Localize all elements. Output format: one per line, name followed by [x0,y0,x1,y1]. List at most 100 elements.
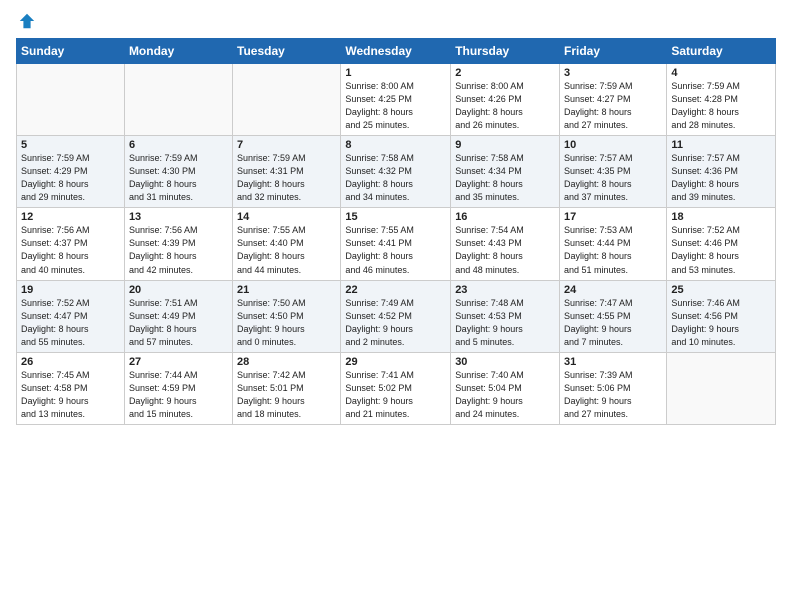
day-number: 1 [345,67,446,79]
day-info: Sunrise: 7:47 AM Sunset: 4:55 PM Dayligh… [564,297,662,349]
day-number: 19 [21,284,120,296]
day-info: Sunrise: 7:39 AM Sunset: 5:06 PM Dayligh… [564,369,662,421]
calendar-cell: 29Sunrise: 7:41 AM Sunset: 5:02 PM Dayli… [341,352,451,424]
day-number: 24 [564,284,662,296]
day-number: 14 [237,211,336,223]
calendar-cell: 21Sunrise: 7:50 AM Sunset: 4:50 PM Dayli… [233,280,341,352]
calendar-cell: 8Sunrise: 7:58 AM Sunset: 4:32 PM Daylig… [341,136,451,208]
day-info: Sunrise: 7:46 AM Sunset: 4:56 PM Dayligh… [671,297,771,349]
day-number: 25 [671,284,771,296]
calendar-cell: 3Sunrise: 7:59 AM Sunset: 4:27 PM Daylig… [560,64,667,136]
calendar-cell: 4Sunrise: 7:59 AM Sunset: 4:28 PM Daylig… [667,64,776,136]
calendar-cell: 1Sunrise: 8:00 AM Sunset: 4:25 PM Daylig… [341,64,451,136]
day-number: 26 [21,356,120,368]
day-info: Sunrise: 7:44 AM Sunset: 4:59 PM Dayligh… [129,369,228,421]
calendar-cell [667,352,776,424]
day-number: 30 [455,356,555,368]
weekday-monday: Monday [124,39,232,64]
day-number: 21 [237,284,336,296]
day-info: Sunrise: 7:51 AM Sunset: 4:49 PM Dayligh… [129,297,228,349]
calendar-cell: 28Sunrise: 7:42 AM Sunset: 5:01 PM Dayli… [233,352,341,424]
day-info: Sunrise: 7:54 AM Sunset: 4:43 PM Dayligh… [455,224,555,276]
logo-text [16,12,38,30]
day-number: 11 [671,139,771,151]
calendar-cell: 17Sunrise: 7:53 AM Sunset: 4:44 PM Dayli… [560,208,667,280]
calendar-cell [233,64,341,136]
day-info: Sunrise: 7:49 AM Sunset: 4:52 PM Dayligh… [345,297,446,349]
day-number: 13 [129,211,228,223]
day-info: Sunrise: 7:57 AM Sunset: 4:36 PM Dayligh… [671,152,771,204]
day-number: 29 [345,356,446,368]
weekday-sunday: Sunday [17,39,125,64]
calendar-cell [17,64,125,136]
weekday-thursday: Thursday [451,39,560,64]
week-row-3: 12Sunrise: 7:56 AM Sunset: 4:37 PM Dayli… [17,208,776,280]
weekday-saturday: Saturday [667,39,776,64]
calendar-cell: 16Sunrise: 7:54 AM Sunset: 4:43 PM Dayli… [451,208,560,280]
page-container: SundayMondayTuesdayWednesdayThursdayFrid… [0,0,792,612]
day-info: Sunrise: 7:48 AM Sunset: 4:53 PM Dayligh… [455,297,555,349]
day-info: Sunrise: 7:40 AM Sunset: 5:04 PM Dayligh… [455,369,555,421]
calendar-cell: 19Sunrise: 7:52 AM Sunset: 4:47 PM Dayli… [17,280,125,352]
day-info: Sunrise: 7:41 AM Sunset: 5:02 PM Dayligh… [345,369,446,421]
weekday-wednesday: Wednesday [341,39,451,64]
day-info: Sunrise: 7:56 AM Sunset: 4:37 PM Dayligh… [21,224,120,276]
calendar-cell: 6Sunrise: 7:59 AM Sunset: 4:30 PM Daylig… [124,136,232,208]
weekday-tuesday: Tuesday [233,39,341,64]
day-info: Sunrise: 7:59 AM Sunset: 4:27 PM Dayligh… [564,80,662,132]
calendar-cell: 26Sunrise: 7:45 AM Sunset: 4:58 PM Dayli… [17,352,125,424]
day-number: 9 [455,139,555,151]
day-info: Sunrise: 7:58 AM Sunset: 4:32 PM Dayligh… [345,152,446,204]
day-info: Sunrise: 7:56 AM Sunset: 4:39 PM Dayligh… [129,224,228,276]
day-number: 22 [345,284,446,296]
calendar-cell: 11Sunrise: 7:57 AM Sunset: 4:36 PM Dayli… [667,136,776,208]
day-number: 15 [345,211,446,223]
calendar-cell: 25Sunrise: 7:46 AM Sunset: 4:56 PM Dayli… [667,280,776,352]
calendar-cell: 13Sunrise: 7:56 AM Sunset: 4:39 PM Dayli… [124,208,232,280]
day-info: Sunrise: 7:59 AM Sunset: 4:30 PM Dayligh… [129,152,228,204]
day-info: Sunrise: 7:58 AM Sunset: 4:34 PM Dayligh… [455,152,555,204]
logo-icon [18,12,36,30]
calendar-table: SundayMondayTuesdayWednesdayThursdayFrid… [16,38,776,425]
day-number: 4 [671,67,771,79]
header [16,12,776,30]
calendar-cell: 22Sunrise: 7:49 AM Sunset: 4:52 PM Dayli… [341,280,451,352]
calendar-cell: 18Sunrise: 7:52 AM Sunset: 4:46 PM Dayli… [667,208,776,280]
day-number: 31 [564,356,662,368]
calendar-cell: 12Sunrise: 7:56 AM Sunset: 4:37 PM Dayli… [17,208,125,280]
day-info: Sunrise: 7:42 AM Sunset: 5:01 PM Dayligh… [237,369,336,421]
day-number: 12 [21,211,120,223]
day-info: Sunrise: 8:00 AM Sunset: 4:25 PM Dayligh… [345,80,446,132]
calendar-cell: 14Sunrise: 7:55 AM Sunset: 4:40 PM Dayli… [233,208,341,280]
calendar-cell: 5Sunrise: 7:59 AM Sunset: 4:29 PM Daylig… [17,136,125,208]
calendar-cell: 30Sunrise: 7:40 AM Sunset: 5:04 PM Dayli… [451,352,560,424]
day-number: 23 [455,284,555,296]
day-number: 10 [564,139,662,151]
calendar-cell: 2Sunrise: 8:00 AM Sunset: 4:26 PM Daylig… [451,64,560,136]
day-info: Sunrise: 7:55 AM Sunset: 4:41 PM Dayligh… [345,224,446,276]
day-info: Sunrise: 7:59 AM Sunset: 4:28 PM Dayligh… [671,80,771,132]
day-info: Sunrise: 7:59 AM Sunset: 4:31 PM Dayligh… [237,152,336,204]
day-number: 6 [129,139,228,151]
day-number: 28 [237,356,336,368]
calendar-cell [124,64,232,136]
logo [16,12,38,30]
day-info: Sunrise: 7:57 AM Sunset: 4:35 PM Dayligh… [564,152,662,204]
day-number: 3 [564,67,662,79]
calendar-cell: 10Sunrise: 7:57 AM Sunset: 4:35 PM Dayli… [560,136,667,208]
day-info: Sunrise: 7:52 AM Sunset: 4:47 PM Dayligh… [21,297,120,349]
day-number: 2 [455,67,555,79]
day-info: Sunrise: 7:59 AM Sunset: 4:29 PM Dayligh… [21,152,120,204]
day-info: Sunrise: 7:50 AM Sunset: 4:50 PM Dayligh… [237,297,336,349]
week-row-5: 26Sunrise: 7:45 AM Sunset: 4:58 PM Dayli… [17,352,776,424]
weekday-header-row: SundayMondayTuesdayWednesdayThursdayFrid… [17,39,776,64]
calendar-cell: 23Sunrise: 7:48 AM Sunset: 4:53 PM Dayli… [451,280,560,352]
day-number: 18 [671,211,771,223]
calendar-cell: 9Sunrise: 7:58 AM Sunset: 4:34 PM Daylig… [451,136,560,208]
calendar-cell: 20Sunrise: 7:51 AM Sunset: 4:49 PM Dayli… [124,280,232,352]
calendar-cell: 27Sunrise: 7:44 AM Sunset: 4:59 PM Dayli… [124,352,232,424]
day-info: Sunrise: 8:00 AM Sunset: 4:26 PM Dayligh… [455,80,555,132]
calendar-cell: 24Sunrise: 7:47 AM Sunset: 4:55 PM Dayli… [560,280,667,352]
day-number: 16 [455,211,555,223]
day-number: 17 [564,211,662,223]
